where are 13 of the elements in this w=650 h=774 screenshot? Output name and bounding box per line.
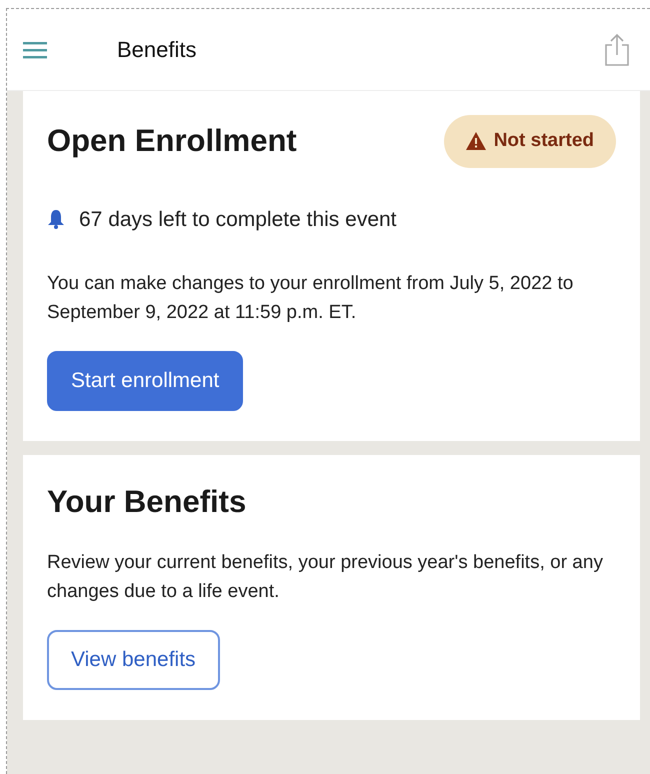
warning-icon <box>466 132 486 150</box>
card-title: Open Enrollment <box>47 122 297 160</box>
card-description: You can make changes to your enrollment from July 5, 2022 to September 9, 2022 at 11:59 p.m. ET. <box>47 272 574 325</box>
card-title: Your Benefits <box>47 483 246 521</box>
menu-icon[interactable] <box>23 40 47 60</box>
status-badge: Not started <box>444 115 616 168</box>
view-benefits-button[interactable]: View benefits <box>47 630 220 690</box>
days-left-notice: 67 days left to complete this event <box>79 206 397 232</box>
share-icon[interactable] <box>604 32 630 66</box>
start-enrollment-button[interactable]: Start enrollment <box>47 351 244 411</box>
page-title: Benefits <box>117 36 196 64</box>
bell-icon <box>47 209 65 230</box>
card-description: Review your current benefits, your previous year's benefits, or any changes due to a life event. <box>47 550 604 604</box>
